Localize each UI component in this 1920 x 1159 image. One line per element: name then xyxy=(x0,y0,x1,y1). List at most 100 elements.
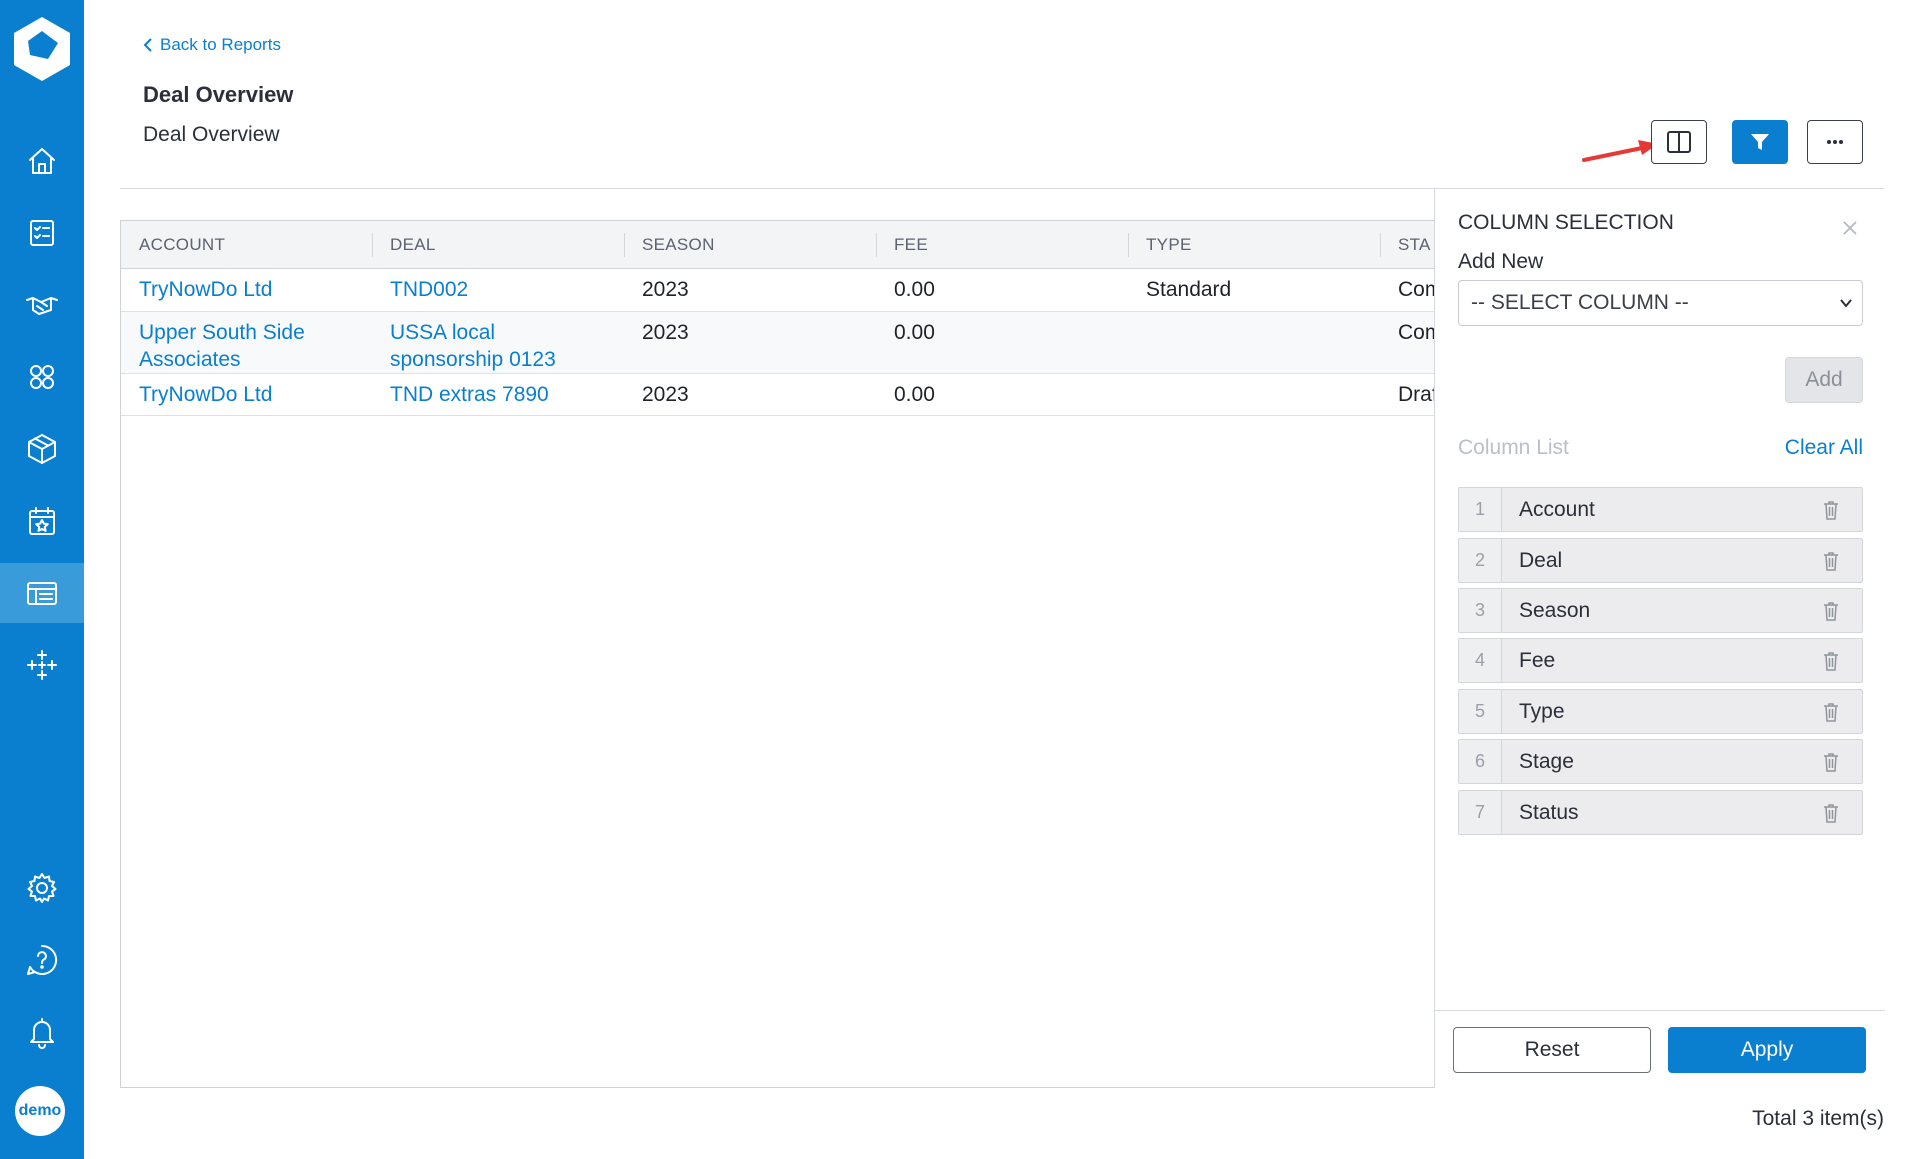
help-icon xyxy=(27,944,58,975)
nav-deals[interactable] xyxy=(0,275,84,335)
table-row: TryNowDo Ltd TND extras 7890 2023 0.00 D… xyxy=(121,374,1435,416)
page-subtitle: Deal Overview xyxy=(143,123,280,146)
cell-account[interactable]: TryNowDo Ltd xyxy=(139,381,272,408)
column-list-item[interactable]: 7 Status xyxy=(1458,790,1863,835)
panel-title: COLUMN SELECTION xyxy=(1458,211,1674,234)
clear-all-link[interactable]: Clear All xyxy=(1785,436,1863,460)
cell-stage: Com xyxy=(1398,321,1434,344)
columns-icon xyxy=(1667,131,1691,153)
column-divider xyxy=(372,233,373,257)
trash-icon[interactable] xyxy=(1821,751,1841,773)
trash-icon[interactable] xyxy=(1821,650,1841,672)
column-list-label-text: Account xyxy=(1519,498,1595,521)
cell-account[interactable]: TryNowDo Ltd xyxy=(139,276,272,303)
table-row: TryNowDo Ltd TND002 2023 0.00 Standard C… xyxy=(121,269,1434,312)
nav-reports[interactable] xyxy=(0,563,84,623)
report-table: ACCOUNT DEAL SEASON FEE TYPE STA TryNowD… xyxy=(120,220,1435,1088)
nav-home[interactable] xyxy=(0,131,84,191)
column-list-item[interactable]: 3 Season xyxy=(1458,588,1863,633)
column-list-number: 6 xyxy=(1459,740,1502,783)
column-header-fee[interactable]: FEE xyxy=(894,221,928,269)
cell-season: 2023 xyxy=(642,383,689,406)
column-header-type[interactable]: TYPE xyxy=(1146,221,1192,269)
select-column-dropdown[interactable]: -- SELECT COLUMN -- xyxy=(1458,280,1863,326)
column-list-label-text: Type xyxy=(1519,700,1565,723)
total-items: Total 3 item(s) xyxy=(1752,1107,1884,1130)
cell-deal[interactable]: TND002 xyxy=(390,276,468,303)
more-icon xyxy=(1827,140,1843,144)
column-list-label-text: Fee xyxy=(1519,649,1556,672)
trash-icon[interactable] xyxy=(1821,499,1841,521)
add-new-label: Add New xyxy=(1458,250,1544,273)
column-list-item[interactable]: 1 Account xyxy=(1458,487,1863,532)
cell-account[interactable]: Upper South Side Associates xyxy=(139,319,359,373)
close-icon[interactable] xyxy=(1841,219,1859,237)
back-link-label: Back to Reports xyxy=(160,35,281,54)
nav-insights[interactable] xyxy=(0,635,84,695)
column-divider xyxy=(1128,233,1129,257)
column-list-item[interactable]: 2 Deal xyxy=(1458,538,1863,583)
column-list-label-text: Stage xyxy=(1519,750,1574,773)
select-column-value: -- SELECT COLUMN -- xyxy=(1471,291,1689,314)
cell-stage: Com xyxy=(1398,278,1434,301)
nav-help[interactable] xyxy=(0,930,84,990)
column-list-item[interactable]: 6 Stage xyxy=(1458,739,1863,784)
users-icon xyxy=(30,365,54,389)
nav-inventory[interactable] xyxy=(0,419,84,479)
column-divider xyxy=(876,233,877,257)
cell-season: 2023 xyxy=(642,278,689,301)
nav-events[interactable] xyxy=(0,491,84,551)
trash-icon[interactable] xyxy=(1821,550,1841,572)
nav-tasks[interactable] xyxy=(0,203,84,263)
cell-fee: 0.00 xyxy=(894,383,935,406)
table-header: ACCOUNT DEAL SEASON FEE TYPE STA xyxy=(121,221,1434,269)
back-to-reports-link[interactable]: Back to Reports xyxy=(142,35,281,55)
column-divider xyxy=(624,233,625,257)
column-header-account[interactable]: ACCOUNT xyxy=(139,221,225,269)
column-header-deal[interactable]: DEAL xyxy=(390,221,436,269)
nav-notifications[interactable] xyxy=(0,1002,84,1062)
calendar-star-icon xyxy=(29,507,55,535)
cell-stage: Draf xyxy=(1398,383,1435,406)
trash-icon[interactable] xyxy=(1821,600,1841,622)
handshake-icon xyxy=(26,297,58,315)
column-list-number: 3 xyxy=(1459,589,1502,632)
column-list-item[interactable]: 4 Fee xyxy=(1458,638,1863,683)
more-options-button[interactable] xyxy=(1807,120,1863,164)
column-header-season[interactable]: SEASON xyxy=(642,221,715,269)
reports-icon xyxy=(27,582,57,605)
nav-contacts[interactable] xyxy=(0,347,84,407)
column-list-number: 1 xyxy=(1459,488,1502,531)
home-icon xyxy=(29,148,55,174)
app-logo-icon[interactable] xyxy=(8,15,76,83)
cell-fee: 0.00 xyxy=(894,321,935,344)
trash-icon[interactable] xyxy=(1821,701,1841,723)
cell-deal[interactable]: USSA local sponsorship 0123 xyxy=(390,319,610,373)
reset-button[interactable]: Reset xyxy=(1453,1027,1651,1073)
package-icon xyxy=(28,434,56,464)
column-list-number: 2 xyxy=(1459,539,1502,582)
column-list-label-text: Deal xyxy=(1519,549,1563,572)
sparkle-grid-icon xyxy=(27,650,57,680)
nav-settings[interactable] xyxy=(0,858,84,918)
apply-button[interactable]: Apply xyxy=(1668,1027,1866,1073)
checklist-icon xyxy=(30,220,54,246)
column-selection-panel: COLUMN SELECTION Add New -- SELECT COLUM… xyxy=(1434,189,1885,1088)
page-title: Deal Overview xyxy=(143,82,294,107)
column-divider xyxy=(1380,233,1381,257)
avatar[interactable]: demo xyxy=(15,1086,65,1136)
annotation-arrow xyxy=(1582,140,1658,162)
cell-deal[interactable]: TND extras 7890 xyxy=(390,381,549,408)
gear-icon xyxy=(27,873,57,903)
add-column-button[interactable]: Add xyxy=(1785,357,1863,403)
column-list-label: Column List xyxy=(1458,436,1569,459)
trash-icon[interactable] xyxy=(1821,802,1841,824)
cell-season: 2023 xyxy=(642,321,689,344)
cell-type: Standard xyxy=(1146,278,1232,301)
column-selection-button[interactable] xyxy=(1651,120,1707,164)
column-list-item[interactable]: 5 Type xyxy=(1458,689,1863,734)
column-list-number: 4 xyxy=(1459,639,1502,682)
bell-icon xyxy=(30,1018,54,1049)
filter-button[interactable] xyxy=(1732,120,1788,164)
column-header-stage[interactable]: STA xyxy=(1398,221,1431,269)
